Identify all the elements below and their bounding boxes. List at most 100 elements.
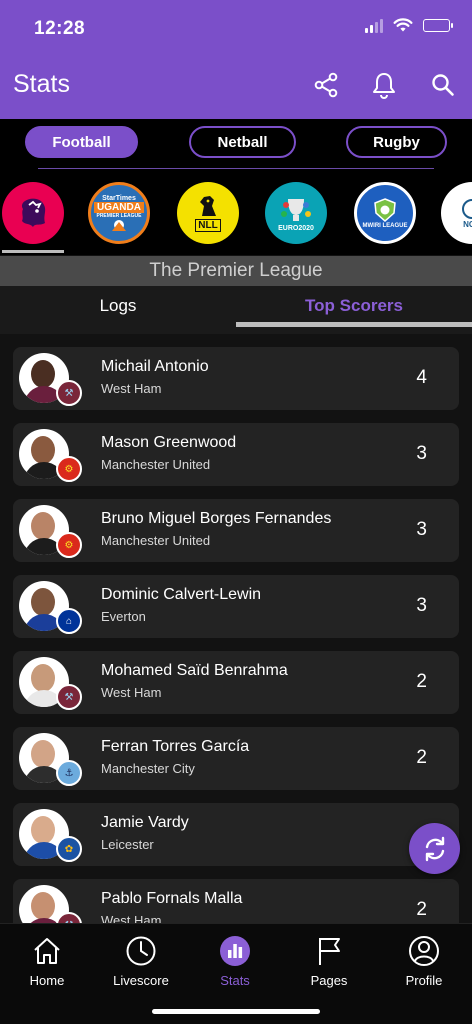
app-header: 12:28 Stats (0, 0, 472, 119)
bell-icon (373, 73, 395, 99)
nll-label: NLL (195, 219, 221, 232)
west-ham-crest-icon: ⚒ (56, 380, 82, 406)
stats-chart-icon (220, 936, 250, 966)
uganda-league-label: UGANDA (94, 202, 144, 213)
euro-2020-icon (281, 198, 311, 221)
league-mwiri-league[interactable]: MWIRI LEAGUE (354, 182, 416, 244)
player-goals: 2 (416, 747, 427, 768)
uganda-league-sponsor: StarTimes (102, 195, 136, 202)
status-icons (365, 18, 453, 33)
player-goals: 2 (416, 671, 427, 692)
nav-pages[interactable]: Pages (282, 934, 376, 988)
notifications-button[interactable] (369, 70, 399, 100)
nav-home-label: Home (29, 973, 65, 988)
sport-tab-football[interactable]: Football (25, 126, 138, 158)
league-carousel[interactable]: StarTimes UGANDA PREMIER LEAGUE NLL EURO… (0, 173, 472, 255)
scorer-row[interactable]: ⚒ Mohamed Saïd Benrahma West Ham 2 (13, 651, 459, 714)
page-title: Stats (13, 70, 70, 98)
nav-livescore-label: Livescore (113, 973, 169, 988)
player-goals: 3 (416, 595, 427, 616)
player-team: West Ham (101, 913, 162, 923)
nga-label: NGA (463, 219, 472, 229)
flag-icon (319, 938, 340, 965)
sport-selector-divider (38, 168, 434, 169)
nav-pages-label: Pages (310, 973, 348, 988)
scorer-row[interactable]: ⚒ Pablo Fornals Malla West Ham 2 (13, 879, 459, 923)
player-name: Jamie Vardy (101, 814, 189, 831)
profile-icon (409, 936, 439, 966)
tab-top-scorers[interactable]: Top Scorers (236, 286, 472, 326)
league-name-heading: The Premier League (0, 256, 472, 286)
manchester-city-crest-icon: ⚓ (56, 760, 82, 786)
nga-football-icon (462, 198, 472, 219)
player-goals: 4 (416, 367, 427, 388)
nav-profile-label: Profile (405, 973, 443, 988)
player-team: Manchester City (101, 761, 195, 776)
scorer-row[interactable]: ⚓ Ferran Torres García Manchester City 2 (13, 727, 459, 790)
manchester-united-crest-icon: ⚙ (56, 456, 82, 482)
nav-profile[interactable]: Profile (377, 934, 471, 988)
league-nga[interactable]: NGA (441, 182, 472, 244)
player-name: Ferran Torres García (101, 738, 250, 755)
nll-lion-icon (200, 196, 216, 216)
league-euro-2020[interactable]: EURO2020 (265, 182, 327, 244)
scorer-row[interactable]: ⚒ Michail Antonio West Ham 4 (13, 347, 459, 410)
player-team: Manchester United (101, 533, 211, 548)
mwiri-league-icon (374, 198, 396, 223)
league-uganda-premier-league[interactable]: StarTimes UGANDA PREMIER LEAGUE (88, 182, 150, 244)
player-team: West Ham (101, 685, 162, 700)
west-ham-crest-icon: ⚒ (56, 684, 82, 710)
sport-tab-netball[interactable]: Netball (189, 126, 296, 158)
league-premier-league[interactable] (2, 182, 64, 244)
manchester-united-crest-icon: ⚙ (56, 532, 82, 558)
scorer-row[interactable]: ⚙ Bruno Miguel Borges Fernandes Manchest… (13, 499, 459, 562)
leicester-crest-icon: ✿ (56, 836, 82, 862)
player-name: Pablo Fornals Malla (101, 890, 243, 907)
player-team: Leicester (101, 837, 154, 852)
search-icon (432, 74, 454, 96)
top-scorers-list[interactable]: ⚒ Michail Antonio West Ham 4 ⚙ Mason Gre… (0, 334, 472, 923)
everton-crest-icon: ⌂ (56, 608, 82, 634)
player-team: West Ham (101, 381, 162, 396)
share-icon (314, 72, 338, 98)
sport-selector: Football Netball Rugby (0, 119, 472, 173)
active-tab-indicator (236, 322, 472, 327)
player-goals: 3 (416, 443, 427, 464)
home-indicator (152, 1009, 320, 1014)
sport-tab-rugby[interactable]: Rugby (346, 126, 447, 158)
nav-stats-label: Stats (220, 973, 250, 988)
player-name: Michail Antonio (101, 358, 209, 375)
player-name: Bruno Miguel Borges Fernandes (101, 510, 332, 527)
nav-livescore[interactable]: Livescore (94, 934, 188, 988)
wifi-icon (393, 18, 413, 32)
search-button[interactable] (428, 70, 458, 100)
tab-logs[interactable]: Logs (0, 286, 236, 326)
share-button[interactable] (311, 70, 341, 100)
euro-2020-label: EURO2020 (278, 224, 314, 232)
uganda-premier-league-icon (112, 220, 126, 231)
league-selected-indicator (2, 250, 64, 253)
player-name: Mohamed Saïd Benrahma (101, 662, 288, 679)
player-name: Dominic Calvert-Lewin (101, 586, 262, 603)
status-time: 12:28 (34, 18, 86, 39)
premier-league-lion-icon (21, 198, 46, 227)
nav-stats[interactable]: Stats (188, 934, 282, 988)
league-nll[interactable]: NLL (177, 182, 239, 244)
cellular-signal-icon (365, 18, 383, 33)
battery-icon (423, 19, 453, 32)
clock-icon (126, 936, 156, 966)
player-team: Manchester United (101, 457, 211, 472)
scorer-row[interactable]: ⌂ Dominic Calvert-Lewin Everton 3 (13, 575, 459, 638)
nav-home[interactable]: Home (0, 934, 94, 988)
refresh-icon (425, 836, 444, 861)
player-goals: 3 (416, 519, 427, 540)
player-name: Mason Greenwood (101, 434, 237, 451)
player-team: Everton (101, 609, 146, 624)
player-goals: 2 (416, 899, 427, 920)
scorer-row[interactable]: ✿ Jamie Vardy Leicester (13, 803, 459, 866)
mwiri-league-label: MWIRI LEAGUE (360, 223, 410, 229)
view-tabs: Logs Top Scorers (0, 286, 472, 334)
scorer-row[interactable]: ⚙ Mason Greenwood Manchester United 3 (13, 423, 459, 486)
refresh-button[interactable] (409, 823, 460, 874)
home-icon (34, 938, 60, 964)
